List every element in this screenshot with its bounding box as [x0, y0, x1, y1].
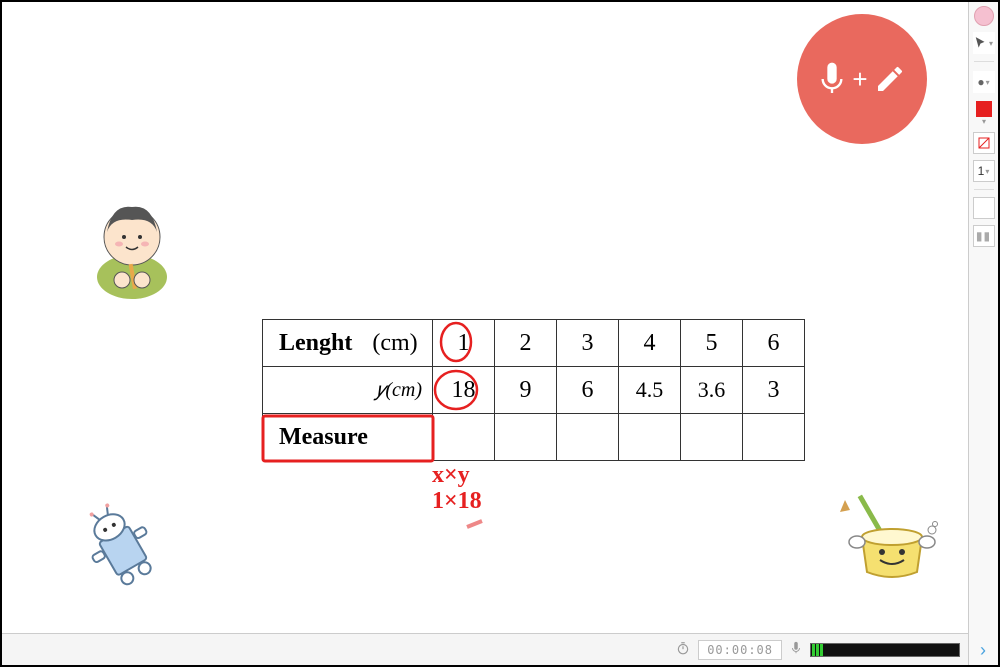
boy-character-icon [82, 192, 182, 302]
shape-tool-button[interactable]: ●▾ [973, 71, 995, 93]
profile-icon[interactable] [974, 6, 994, 26]
row-label: Lenght(cm) [263, 320, 433, 367]
plus-icon: + [852, 64, 867, 95]
pencil-icon [874, 63, 906, 95]
table-cell: 3 [743, 367, 805, 414]
pause-button[interactable]: ▮▮ [973, 225, 995, 247]
microphone-icon [818, 60, 846, 98]
pointer-tool-button[interactable]: ▾ [973, 32, 995, 54]
next-page-button[interactable]: › [973, 640, 993, 660]
table-cell [495, 414, 557, 461]
circle-annotation-18 [432, 368, 480, 412]
color-red-button[interactable] [976, 101, 992, 117]
stop-button[interactable] [973, 197, 995, 219]
audio-level-meter [810, 643, 960, 657]
robot-character-icon [77, 502, 167, 597]
circle-annotation-1 [436, 320, 476, 364]
thickness-button[interactable]: 1▾ [973, 160, 995, 182]
table-cell: 2 [495, 320, 557, 367]
table-cell: 3.6 [681, 367, 743, 414]
stroke-mark [462, 517, 492, 532]
cup-character-icon [832, 482, 952, 592]
timer-display: 00:00:08 [698, 640, 782, 660]
table-cell: 3 [557, 320, 619, 367]
table-cell [619, 414, 681, 461]
whiteboard-canvas[interactable]: + [2, 2, 967, 632]
handwritten-note: x×y 1×18 [432, 462, 482, 515]
table-cell: 4 [619, 320, 681, 367]
table-cell [433, 414, 495, 461]
table-row: Lenght(cm) 1 2 3 4 5 6 [263, 320, 805, 367]
table-cell: 9 [495, 367, 557, 414]
mic-indicator-icon[interactable] [790, 641, 802, 658]
table-cell: 6 [557, 367, 619, 414]
table-cell: 6 [743, 320, 805, 367]
record-voice-draw-button[interactable]: + [797, 14, 927, 144]
eraser-tool-button[interactable] [973, 132, 995, 154]
table-cell [743, 414, 805, 461]
row-label: 𝑦(cm) [263, 367, 433, 414]
bottom-status-bar: 00:00:08 [2, 633, 968, 665]
box-annotation-measure [260, 413, 438, 465]
table-cell [557, 414, 619, 461]
table-row: 𝑦(cm) 18 9 6 4.5 3.6 3 [263, 367, 805, 414]
stopwatch-icon [676, 641, 690, 658]
table-cell: 5 [681, 320, 743, 367]
table-cell [681, 414, 743, 461]
table-cell: 4.5 [619, 367, 681, 414]
drawing-toolbar: ▾ ●▾ ▾ 1▾ ▮▮ › [968, 2, 998, 665]
